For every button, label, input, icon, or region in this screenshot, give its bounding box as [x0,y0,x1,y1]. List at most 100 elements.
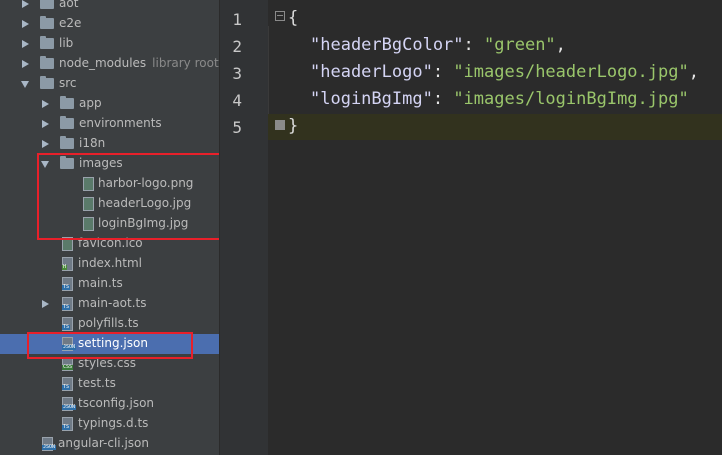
tree-item-label: harbor-logo.png [98,176,194,190]
tree-item-environments[interactable]: environments [0,114,219,134]
line-number: 3 [232,64,242,83]
expand-arrow-icon[interactable] [22,40,29,48]
file-type-tag: JSON [42,444,57,450]
fold-end-icon[interactable] [275,120,285,130]
ts-file-icon: TS [62,317,73,331]
expand-arrow-icon[interactable] [42,140,49,148]
file-type-tag: TS [62,424,71,430]
library-root-hint: library root [152,56,219,70]
tree-item-label: app [79,96,102,110]
file-type-tag: JSON [62,344,77,350]
tree-item-aot[interactable]: aot [0,0,219,14]
code-line-1: { [288,8,298,28]
tree-item-styles-css[interactable]: CSS styles.css [0,354,219,374]
expand-arrow-icon[interactable] [22,0,29,8]
fold-open-icon[interactable] [275,11,285,21]
tree-item-label-group: node_modules library root [59,56,219,70]
html-file-icon: H [62,257,73,271]
line-number-gutter: 1 2 3 4 5 [220,0,268,455]
ts-file-icon: TS [62,417,73,431]
tree-item-src[interactable]: src [0,74,219,94]
json-key: "headerBgColor" [310,35,464,55]
code-line-2: "headerBgColor": "green", [310,35,566,55]
json-file-icon: JSON [42,437,57,451]
tree-item-setting-json[interactable]: JSON setting.json [0,334,219,354]
code-line-3: "headerLogo": "images/headerLogo.jpg", [310,62,699,82]
tree-item-favicon[interactable]: favicon.ico [0,234,219,254]
tree-item-polyfills-ts[interactable]: TS polyfills.ts [0,314,219,334]
file-type-tag: H [62,264,68,270]
open-brace: { [288,8,299,28]
image-file-icon [62,237,73,251]
json-file-icon: JSON [62,337,77,351]
tree-item-header-logo[interactable]: headerLogo.jpg [0,194,219,214]
tree-item-images[interactable]: images [0,154,219,174]
line-number: 2 [232,37,242,56]
tree-item-label: polyfills.ts [78,316,139,330]
expand-arrow-icon[interactable] [42,300,49,308]
tree-item-label: environments [79,116,162,130]
json-key: "loginBgImg" [310,89,433,109]
expand-arrow-icon[interactable] [42,100,49,108]
line-number: 5 [232,118,242,137]
code-line-5: } [288,116,298,136]
tree-item-label: styles.css [78,356,136,370]
css-file-icon: CSS [62,357,74,371]
tree-item-e2e[interactable]: e2e [0,14,219,34]
tree-item-label: e2e [59,16,82,30]
json-key: "headerLogo" [310,62,433,82]
tree-item-label: favicon.ico [78,236,143,250]
file-type-tag: TS [62,284,71,290]
code-line-4: "loginBgImg": "images/loginBgImg.jpg" [310,89,689,109]
tree-item-label: setting.json [78,336,148,350]
tree-item-label: angular-cli.json [58,436,149,450]
tree-item-tsconfig-json[interactable]: JSON tsconfig.json [0,394,219,414]
tree-item-label: main.ts [78,276,123,290]
tree-item-label: src [59,76,77,90]
json-string-value: "images/headerLogo.jpg" [453,62,689,82]
folder-icon [40,0,54,9]
json-string-value: "images/loginBgImg.jpg" [453,89,689,109]
tree-item-label: index.html [78,256,142,270]
json-comma: , [688,62,699,82]
file-type-tag: TS [62,384,71,390]
tree-item-harbor-logo[interactable]: harbor-logo.png [0,174,219,194]
line-number: 4 [232,91,242,110]
expand-arrow-icon[interactable] [22,60,29,68]
tree-item-label: tsconfig.json [78,396,155,410]
ts-file-icon: TS [62,377,73,391]
image-file-icon [83,217,94,231]
tree-item-i18n[interactable]: i18n [0,134,219,154]
collapse-arrow-icon[interactable] [41,161,49,168]
image-file-icon [83,197,94,211]
tree-item-typings-d-ts[interactable]: TS typings.d.ts [0,414,219,434]
json-separator: : [432,89,454,109]
folder-icon [60,136,74,149]
folder-icon [40,76,54,89]
expand-arrow-icon[interactable] [22,20,29,28]
folder-icon [40,56,54,69]
tree-item-label: loginBgImg.jpg [98,216,189,230]
code-editor[interactable]: 1 2 3 4 5 { "headerBgColor": "green", "h… [220,0,722,455]
ts-file-icon: TS [62,277,73,291]
tree-item-test-ts[interactable]: TS test.ts [0,374,219,394]
expand-arrow-icon[interactable] [42,120,49,128]
close-brace: } [288,116,299,136]
tree-item-lib[interactable]: lib [0,34,219,54]
tree-item-angular-cli-json[interactable]: JSON angular-cli.json [0,434,219,454]
json-separator: : [432,62,454,82]
tree-item-main-aot-ts[interactable]: TS main-aot.ts [0,294,219,314]
tree-item-label: headerLogo.jpg [98,196,192,210]
tree-item-app[interactable]: app [0,94,219,114]
folder-icon [60,116,74,129]
image-file-icon [83,177,94,191]
json-comma: , [555,35,566,55]
tree-item-login-bg-img[interactable]: loginBgImg.jpg [0,214,219,234]
collapse-arrow-icon[interactable] [21,81,29,88]
tree-item-label: images [79,156,123,170]
tree-item-node-modules[interactable]: node_modules library root [0,54,219,74]
tree-item-index-html[interactable]: H index.html [0,254,219,274]
current-line-highlight [268,114,722,140]
tree-item-main-ts[interactable]: TS main.ts [0,274,219,294]
tree-item-label: lib [59,36,74,50]
